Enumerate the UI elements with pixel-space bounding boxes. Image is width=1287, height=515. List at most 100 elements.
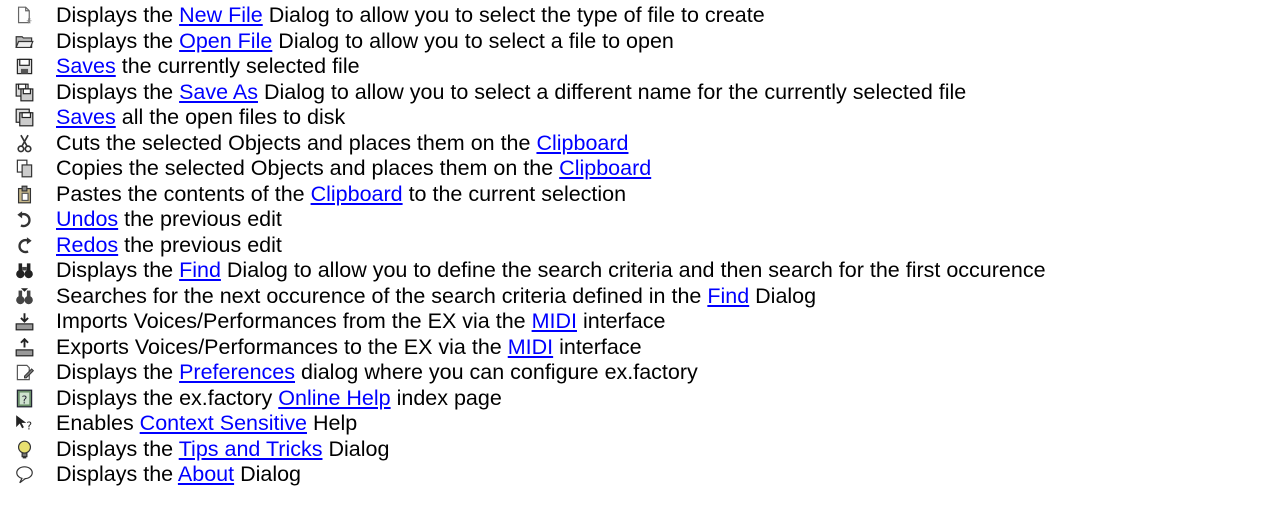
text-segment: Searches for the next occurence of the s…	[56, 283, 708, 308]
item-description: Displays the Preferences dialog where yo…	[56, 360, 698, 386]
list-item: Pastes the contents of the Clipboard to …	[0, 182, 1287, 208]
help-link[interactable]: Clipboard	[311, 182, 403, 206]
help-link[interactable]: Clipboard	[559, 156, 651, 180]
cut-icon	[15, 134, 34, 153]
help-link[interactable]: Save As	[179, 80, 258, 104]
text-segment: the currently selected file	[115, 54, 360, 78]
text-segment: Displays the	[56, 79, 180, 104]
text-segment: Pastes the contents of the	[56, 181, 311, 206]
text-segment: Copies the selected Objects and places t…	[56, 156, 560, 180]
item-description: Exports Voices/Performances to the EX vi…	[56, 335, 642, 361]
help-link[interactable]: MIDI	[532, 309, 577, 333]
text-segment: interface	[553, 334, 642, 359]
lightbulb-icon	[15, 440, 34, 459]
preferences-icon	[15, 363, 34, 382]
list-item: Displays the Save As Dialog to allow you…	[0, 80, 1287, 106]
text-segment: dialog where you can configure ex.factor…	[295, 360, 698, 384]
list-item: Cuts the selected Objects and places the…	[0, 131, 1287, 157]
help-link[interactable]: Find	[179, 258, 221, 282]
help-link[interactable]: Saves	[56, 105, 116, 129]
find-next-icon	[15, 287, 34, 306]
item-description: Undos the previous edit	[56, 207, 282, 233]
find-binoculars-icon	[15, 261, 34, 280]
text-segment: Dialog	[322, 436, 390, 461]
text-segment: Displays the	[56, 360, 180, 384]
paste-icon	[15, 185, 34, 204]
help-book-icon: ?	[15, 389, 34, 408]
item-description: Cuts the selected Objects and places the…	[56, 131, 628, 157]
help-link[interactable]: Context Sensitive	[140, 411, 307, 435]
list-item: Displays the About Dialog	[0, 462, 1287, 488]
item-description: Redos the previous edit	[56, 233, 282, 259]
text-segment: Exports Voices/Performances to the EX vi…	[56, 334, 508, 359]
item-description: Displays the About Dialog	[56, 462, 301, 488]
text-segment: Cuts the selected Objects and places the…	[56, 130, 537, 155]
item-description: Copies the selected Objects and places t…	[56, 156, 651, 182]
text-segment: Dialog to allow you to select a differen…	[257, 79, 967, 104]
save-all-icon	[15, 108, 34, 127]
new-file-icon	[15, 6, 34, 25]
help-link[interactable]: Saves	[56, 54, 116, 78]
help-link[interactable]: About	[178, 462, 234, 486]
list-item: Displays the Find Dialog to allow you to…	[0, 258, 1287, 284]
text-segment: Help	[306, 411, 358, 435]
item-description: Imports Voices/Performances from the EX …	[56, 309, 665, 335]
list-item: Undos the previous edit	[0, 207, 1287, 233]
text-segment: Displays the	[56, 462, 178, 486]
text-segment: Dialog	[234, 462, 302, 486]
item-description: Displays the Save As Dialog to allow you…	[56, 80, 966, 106]
list-item: ? Enables Context Sensitive Help	[0, 411, 1287, 437]
toolbar-help-list: Displays the New File Dialog to allow yo…	[0, 3, 1287, 488]
help-link[interactable]: Undos	[56, 207, 118, 231]
help-link[interactable]: Find	[707, 284, 749, 308]
list-item: Exports Voices/Performances to the EX vi…	[0, 335, 1287, 361]
help-link[interactable]: Clipboard	[536, 131, 628, 155]
svg-text:?: ?	[22, 393, 28, 406]
item-description: Searches for the next occurence of the s…	[56, 284, 816, 310]
list-item: Saves all the open files to disk	[0, 105, 1287, 131]
list-item: ? Displays the ex.factory Online Help ind…	[0, 386, 1287, 412]
context-help-icon: ?	[15, 414, 34, 433]
text-segment: Dialog to allow you to select the type o…	[262, 3, 765, 27]
list-item: Displays the Preferences dialog where yo…	[0, 360, 1287, 386]
help-link[interactable]: New File	[179, 3, 263, 27]
text-segment: Imports Voices/Performances from the EX …	[56, 309, 532, 333]
help-link[interactable]: Tips and Tricks	[179, 437, 323, 461]
save-as-icon	[15, 83, 34, 102]
about-balloon-icon	[15, 465, 34, 484]
undo-icon	[15, 210, 34, 229]
help-link[interactable]: Preferences	[179, 360, 295, 384]
text-segment: index page	[390, 385, 502, 410]
item-description: Displays the Open File Dialog to allow y…	[56, 29, 674, 55]
text-segment: Displays the	[56, 436, 179, 461]
text-segment: Displays the ex.factory	[56, 385, 279, 410]
list-item: Searches for the next occurence of the s…	[0, 284, 1287, 310]
help-link[interactable]: MIDI	[508, 335, 553, 359]
item-description: Displays the ex.factory Online Help inde…	[56, 386, 502, 412]
text-segment: Dialog to allow you to define the search…	[220, 258, 1046, 282]
item-description: Saves the currently selected file	[56, 54, 360, 80]
help-link[interactable]: Open File	[179, 29, 272, 53]
text-segment: Displays the	[56, 3, 180, 27]
text-segment: the previous edit	[118, 232, 282, 257]
text-segment: Enables	[56, 411, 140, 435]
text-segment: Dialog to allow you to select a file to …	[272, 28, 674, 53]
text-segment: interface	[576, 309, 666, 333]
text-segment: Dialog	[749, 283, 817, 308]
list-item: Copies the selected Objects and places t…	[0, 156, 1287, 182]
open-folder-icon	[15, 32, 34, 51]
list-item: Displays the New File Dialog to allow yo…	[0, 3, 1287, 29]
help-link[interactable]: Online Help	[278, 386, 390, 410]
list-item: Redos the previous edit	[0, 233, 1287, 259]
text-segment: to the current selection	[402, 181, 627, 206]
list-item: Imports Voices/Performances from the EX …	[0, 309, 1287, 335]
redo-icon	[15, 236, 34, 255]
item-description: Pastes the contents of the Clipboard to …	[56, 182, 626, 208]
item-description: Displays the Tips and Tricks Dialog	[56, 437, 389, 463]
item-description: Displays the Find Dialog to allow you to…	[56, 258, 1046, 284]
list-item: Saves the currently selected file	[0, 54, 1287, 80]
help-link[interactable]: Redos	[56, 233, 118, 257]
import-icon	[15, 312, 34, 331]
svg-text:?: ?	[26, 419, 32, 432]
list-item: Displays the Tips and Tricks Dialog	[0, 437, 1287, 463]
